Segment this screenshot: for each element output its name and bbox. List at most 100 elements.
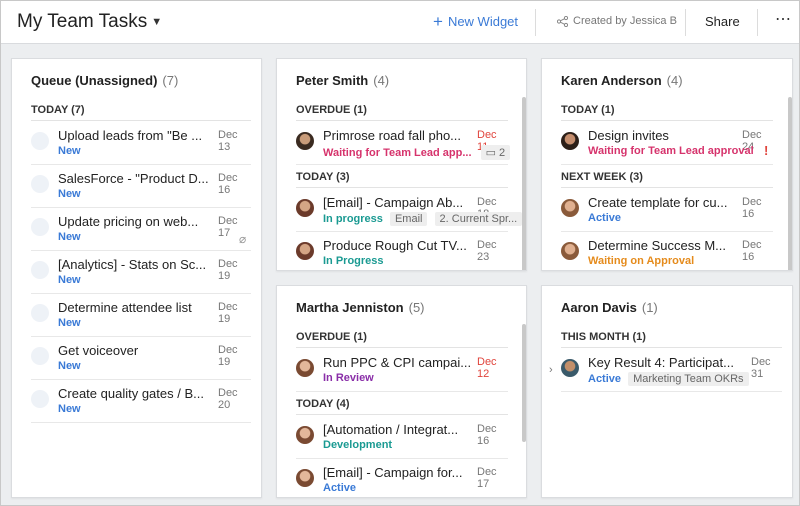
karen-anderson-widget: Karen Anderson (4) TODAY (1) Design invit… — [541, 58, 793, 271]
scrollbar[interactable] — [522, 97, 526, 270]
task-date: Dec 12 — [477, 356, 497, 380]
scrollbar[interactable] — [788, 97, 792, 270]
queue-widget: Queue (Unassigned) (7) TODAY (7) Upload l… — [11, 58, 262, 498]
attachment-icon: ⌀ — [239, 232, 247, 246]
widget-title: Peter Smith (4) — [296, 73, 390, 88]
chevron-right-icon[interactable]: › — [549, 364, 553, 376]
widget-title: Aaron Davis (1) — [561, 300, 658, 315]
divider — [296, 414, 508, 415]
task-row[interactable]: Create quality gates / B... Dec 20 New — [31, 380, 251, 423]
task-date: Dec 20 — [218, 387, 238, 411]
task-name: Upload leads from "Be ... — [58, 128, 203, 143]
priority-icon: ! — [764, 143, 769, 158]
dashboard-title: My Team Tasks — [17, 11, 148, 32]
section-overdue: OVERDUE (1) — [296, 104, 367, 116]
avatar — [296, 359, 314, 377]
task-date: Dec 13 — [218, 129, 238, 153]
task-name: Create template for cu... — [588, 195, 728, 210]
task-status: In Review — [323, 372, 374, 384]
task-name: [Analytics] - Stats on Sc... — [58, 257, 207, 272]
task-row[interactable]: [Email] - Campaign for... Dec 17 Active — [296, 459, 508, 497]
section-overdue: OVERDUE (1) — [296, 331, 367, 343]
avatar — [561, 359, 579, 377]
divider — [561, 120, 773, 121]
task-date: Dec 16 — [742, 196, 762, 220]
task-row[interactable]: Update pricing on web... Dec 17 New ⌀ — [31, 208, 251, 251]
task-row[interactable]: Upload leads from "Be ... Dec 13 New — [31, 122, 251, 165]
task-status: New — [58, 274, 81, 286]
share-network-icon — [557, 15, 568, 27]
aaron-davis-widget: Aaron Davis (1) THIS MONTH (1) › Key Resu… — [541, 285, 793, 498]
task-status: Waiting on Approval — [588, 255, 695, 267]
tag: Marketing Team OKRs — [628, 372, 749, 386]
task-row[interactable]: Produce Rough Cut TV... Dec 23 In Progre… — [296, 232, 508, 270]
caret-down-icon: ▼ — [151, 16, 163, 28]
task-row[interactable]: Run PPC & CPI campai... Dec 12 In Review — [296, 349, 508, 392]
tag: 2. Current Spr... — [434, 212, 523, 226]
task-row[interactable]: [Email] - Campaign Ab... Dec 18 In progr… — [296, 189, 523, 232]
task-status: New — [58, 145, 81, 157]
task-row[interactable]: Design invites Dec 24 Waiting for Team L… — [561, 122, 773, 165]
task-row[interactable]: Determine Success M... Dec 16 Waiting on… — [561, 232, 773, 270]
task-row[interactable]: [Automation / Integrat... Dec 16 Develop… — [296, 416, 508, 459]
avatar — [296, 426, 314, 444]
avatar — [561, 132, 579, 150]
task-date: Dec 23 — [477, 239, 497, 263]
task-status: New — [58, 231, 81, 243]
task-row[interactable]: Key Result 4: Participat... Dec 31 Activ… — [561, 349, 782, 392]
section-today: TODAY (7) — [31, 104, 85, 116]
task-date: Dec 19 — [218, 301, 238, 325]
divider — [561, 347, 782, 348]
peter-smith-widget: Peter Smith (4) OVERDUE (1) Primrose road… — [276, 58, 527, 271]
more-options-icon[interactable]: ⋯ — [775, 9, 792, 29]
avatar — [561, 242, 579, 260]
task-row[interactable]: Get voiceover Dec 19 New — [31, 337, 251, 380]
created-by-label: Created by Jessica B — [573, 15, 677, 27]
divider — [535, 9, 536, 36]
created-by[interactable]: Created by Jessica B — [557, 15, 677, 27]
task-date: Dec 17 — [477, 466, 497, 490]
task-name: Run PPC & CPI campai... — [323, 355, 472, 370]
section-today: TODAY (3) — [296, 171, 350, 183]
new-widget-label: New Widget — [447, 14, 519, 29]
dashboard-title-dropdown[interactable]: My Team Tasks ▼ — [17, 11, 162, 33]
task-status: Active — [588, 373, 622, 385]
task-status: Waiting for Team Lead app... — [323, 147, 472, 159]
divider — [757, 9, 758, 36]
task-name: Create quality gates / B... — [58, 386, 204, 401]
divider — [296, 187, 508, 188]
task-date: Dec 19 — [218, 344, 238, 368]
task-row[interactable]: Primrose road fall pho... Dec 11 Waiting… — [296, 122, 511, 165]
unassigned-user-icon — [31, 347, 49, 365]
new-widget-button[interactable]: + New Widget — [433, 12, 519, 31]
task-name: Determine attendee list — [58, 300, 192, 315]
task-name: SalesForce - "Product D... — [58, 171, 209, 186]
unassigned-user-icon — [31, 261, 49, 279]
task-name: Determine Success M... — [588, 238, 726, 253]
task-name: [Email] - Campaign Ab... — [323, 195, 464, 210]
task-row[interactable]: SalesForce - "Product D... Dec 16 New — [31, 165, 251, 208]
task-row[interactable]: Determine attendee list Dec 19 New — [31, 294, 251, 337]
task-status: New — [58, 360, 81, 372]
divider — [296, 120, 508, 121]
unassigned-user-icon — [31, 304, 49, 322]
task-name: [Email] - Campaign for... — [323, 465, 463, 480]
plus-icon: + — [433, 12, 443, 31]
task-name: Key Result 4: Participat... — [588, 355, 734, 370]
widget-title: Karen Anderson (4) — [561, 73, 683, 88]
task-name: Design invites — [588, 128, 669, 143]
task-row[interactable]: [Analytics] - Stats on Sc... Dec 19 New — [31, 251, 251, 294]
task-date: Dec 19 — [218, 258, 238, 282]
scrollbar[interactable] — [522, 324, 526, 442]
divider — [561, 187, 773, 188]
divider — [296, 347, 508, 348]
share-button[interactable]: Share — [705, 14, 740, 29]
section-today: TODAY (4) — [296, 398, 350, 410]
task-row[interactable]: Create template for cu... Dec 16 Active — [561, 189, 773, 232]
task-status: Active — [588, 212, 622, 224]
task-status: New — [58, 317, 81, 329]
task-status: Development — [323, 439, 393, 451]
task-name: Get voiceover — [58, 343, 139, 358]
task-status: In Progress — [323, 255, 384, 267]
task-name: Update pricing on web... — [58, 214, 199, 229]
